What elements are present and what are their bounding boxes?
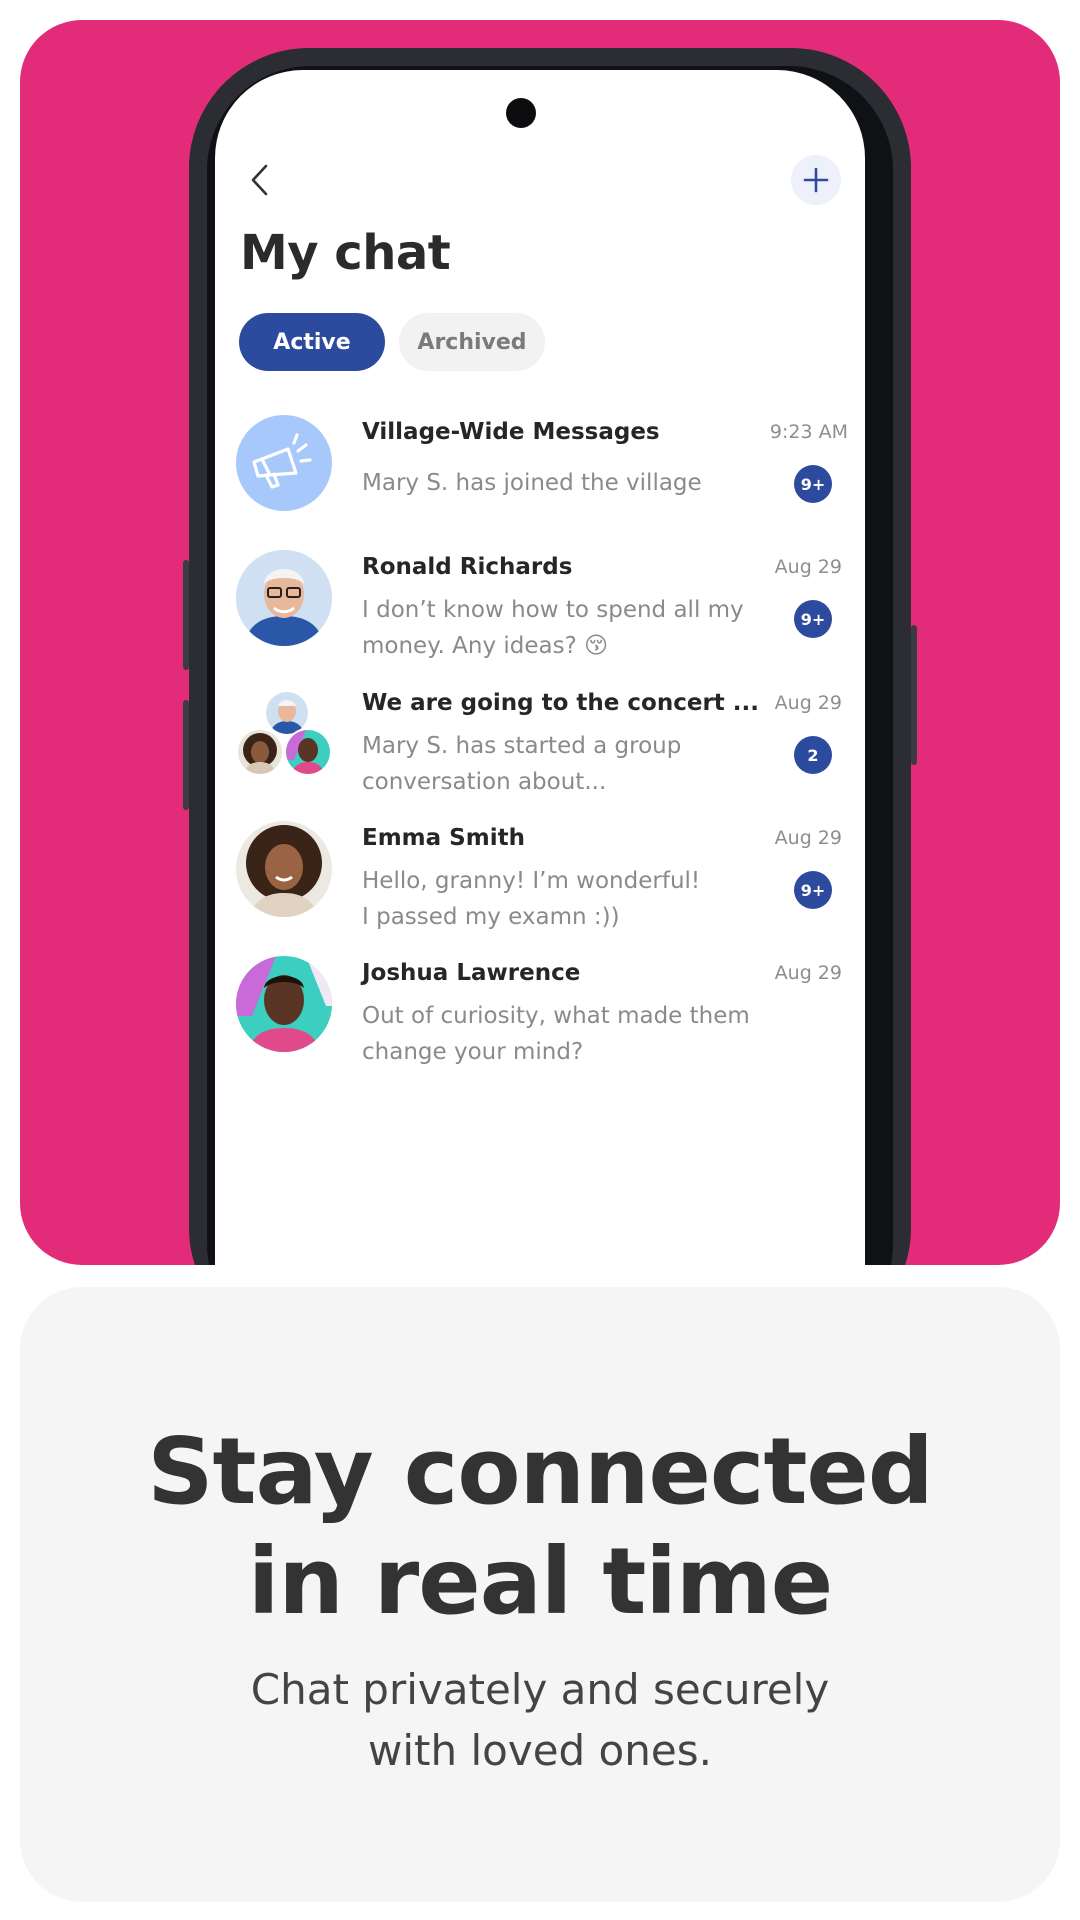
unread-badge: 9+ — [794, 871, 832, 909]
group-member-avatar — [236, 728, 284, 776]
chat-preview: Hello, granny! I’m wonderful! I passed m… — [362, 868, 701, 930]
person-photo — [236, 550, 332, 646]
person-photo — [236, 821, 332, 917]
chat-preview: Mary S. has joined the village — [362, 470, 702, 496]
chat-item-concert-group[interactable]: We are going to the concert ... Mary S. … — [236, 686, 846, 816]
chat-name: Village-Wide Messages — [362, 419, 660, 445]
tab-archived[interactable]: Archived — [399, 313, 545, 371]
chat-time: 9:23 AM — [769, 421, 848, 443]
joshua-avatar — [236, 956, 332, 1052]
megaphone-avatar — [236, 415, 332, 511]
chat-name: Joshua Lawrence — [362, 960, 581, 986]
promo-headline: Stay connected in real time — [20, 1417, 1060, 1637]
phone-side-button — [183, 700, 189, 810]
new-chat-button[interactable] — [791, 155, 841, 205]
chat-preview: Mary S. has started a group conversation… — [362, 733, 682, 795]
chat-time: Aug 29 — [774, 962, 842, 984]
unread-badge: 9+ — [794, 465, 832, 503]
phone-side-button — [183, 560, 189, 670]
promo-card: Stay connected in real time Chat private… — [20, 1287, 1060, 1902]
headline-line: Stay connected — [147, 1418, 933, 1525]
chevron-left-icon — [251, 164, 268, 196]
chat-time: Aug 29 — [774, 556, 842, 578]
front-camera — [506, 98, 536, 128]
chat-name: We are going to the concert ... — [362, 690, 759, 716]
plus-icon — [803, 167, 829, 193]
group-member-avatar — [284, 728, 332, 776]
chat-item-joshua[interactable]: Joshua Lawrence Out of curiosity, what m… — [236, 956, 846, 1086]
headline-line: in real time — [247, 1528, 833, 1635]
unread-badge: 9+ — [794, 600, 832, 638]
chat-item-emma[interactable]: Emma Smith Hello, granny! I’m wonderful!… — [236, 821, 846, 951]
megaphone-icon — [252, 433, 312, 489]
subtitle-line: Chat privately and securely — [250, 1665, 830, 1714]
unread-badge: 2 — [794, 736, 832, 774]
chat-item-ronald[interactable]: Ronald Richards I don’t know how to spen… — [236, 550, 846, 680]
phone-power-button — [911, 625, 917, 765]
chat-time: Aug 29 — [774, 827, 842, 849]
subtitle-line: with loved ones. — [368, 1726, 712, 1775]
chat-preview: I don’t know how to spend all my money. … — [362, 597, 744, 659]
person-photo — [236, 956, 332, 1052]
ronald-avatar — [236, 550, 332, 646]
chat-time: Aug 29 — [774, 692, 842, 714]
emma-avatar — [236, 821, 332, 917]
back-button[interactable] — [240, 160, 280, 200]
page-title: My chat — [240, 225, 451, 281]
chat-preview: Out of curiosity, what made them change … — [362, 1003, 750, 1065]
group-avatar — [236, 686, 332, 782]
chat-name: Ronald Richards — [362, 554, 573, 580]
tab-active[interactable]: Active — [239, 313, 385, 371]
chat-item-village-wide[interactable]: Village-Wide Messages Mary S. has joined… — [236, 415, 848, 545]
chat-name: Emma Smith — [362, 825, 525, 851]
promo-subtitle: Chat privately and securely with loved o… — [20, 1659, 1060, 1781]
